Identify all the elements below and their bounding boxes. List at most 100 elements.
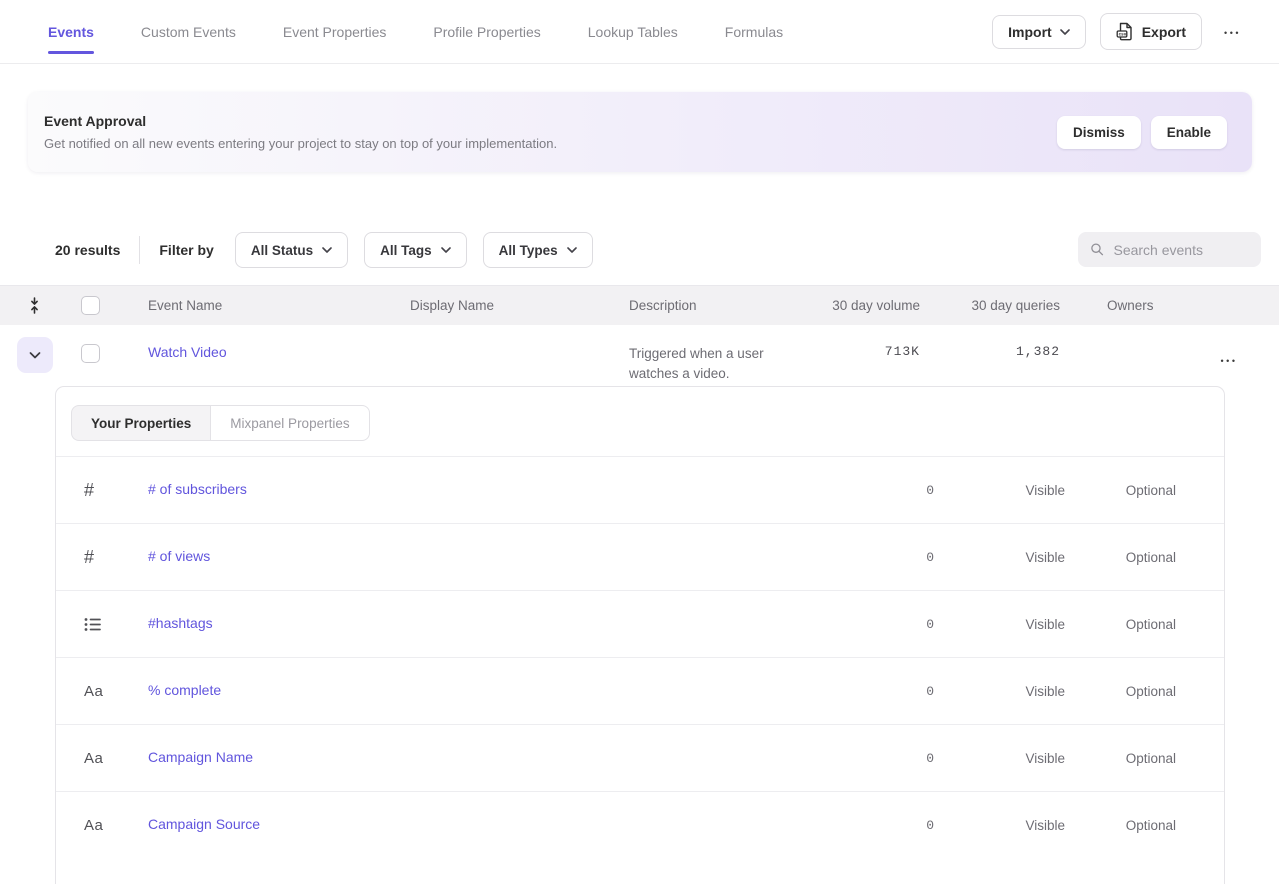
event-volume: 713K xyxy=(820,344,920,359)
property-visibility: Visible xyxy=(934,751,1065,766)
banner-description: Get notified on all new events entering … xyxy=(44,136,557,151)
nav-actions: Import csv Export ••• xyxy=(992,0,1249,63)
tab-mixpanel-properties-label: Mixpanel Properties xyxy=(230,416,349,431)
property-count: 0 xyxy=(814,818,934,833)
property-visibility: Visible xyxy=(934,550,1065,565)
status-filter-label: All Status xyxy=(251,243,313,258)
text-type-icon: Aa xyxy=(84,683,103,700)
property-requirement: Optional xyxy=(1065,550,1176,565)
property-visibility: Visible xyxy=(934,818,1065,833)
text-type-icon: Aa xyxy=(84,817,103,834)
property-visibility: Visible xyxy=(934,617,1065,632)
column-header-owners: Owners xyxy=(1060,298,1179,313)
import-button[interactable]: Import xyxy=(992,15,1086,49)
tags-filter-label: All Tags xyxy=(380,243,432,258)
property-name-link[interactable]: # of views xyxy=(148,548,210,564)
tab-events[interactable]: Events xyxy=(48,0,94,63)
chevron-down-icon xyxy=(29,352,41,359)
property-name-link[interactable]: Campaign Name xyxy=(148,749,253,765)
tab-your-properties[interactable]: Your Properties xyxy=(71,405,210,441)
property-visibility: Visible xyxy=(934,684,1065,699)
property-row: Aa Campaign Source 0 Visible Optional xyxy=(56,791,1224,858)
text-type-icon: Aa xyxy=(84,750,103,767)
properties-panel: Your Properties Mixpanel Properties # # … xyxy=(55,386,1225,884)
column-header-event-name: Event Name xyxy=(148,298,410,313)
tab-lookup-tables[interactable]: Lookup Tables xyxy=(588,0,678,63)
tab-event-properties[interactable]: Event Properties xyxy=(283,0,387,63)
export-button-label: Export xyxy=(1142,24,1186,40)
event-approval-banner: Event Approval Get notified on all new e… xyxy=(28,92,1252,172)
top-nav: Events Custom Events Event Properties Pr… xyxy=(0,0,1279,64)
tab-lookup-tables-label: Lookup Tables xyxy=(588,24,678,40)
select-all-checkbox[interactable] xyxy=(81,296,100,315)
property-name-link[interactable]: % complete xyxy=(148,682,221,698)
property-count: 0 xyxy=(814,483,934,498)
more-options-button[interactable]: ••• xyxy=(1216,18,1249,45)
tab-profile-properties-label: Profile Properties xyxy=(433,24,540,40)
number-type-icon: # xyxy=(84,480,94,501)
property-count: 0 xyxy=(814,617,934,632)
collapse-all-button[interactable] xyxy=(27,297,72,314)
tab-custom-events[interactable]: Custom Events xyxy=(141,0,236,63)
property-name-link[interactable]: #hashtags xyxy=(148,615,213,631)
property-requirement: Optional xyxy=(1065,483,1176,498)
tab-formulas-label: Formulas xyxy=(725,24,783,40)
column-header-description: Description xyxy=(629,298,820,313)
search-input[interactable] xyxy=(1113,242,1249,258)
property-count: 0 xyxy=(814,684,934,699)
dismiss-button[interactable]: Dismiss xyxy=(1057,116,1141,149)
column-header-volume: 30 day volume xyxy=(820,298,920,313)
ellipsis-icon: ••• xyxy=(1224,28,1241,38)
property-row: #hashtags 0 Visible Optional xyxy=(56,590,1224,657)
chevron-down-icon xyxy=(567,247,577,253)
row-checkbox[interactable] xyxy=(81,344,100,363)
export-button[interactable]: csv Export xyxy=(1100,13,1202,50)
chevron-down-icon xyxy=(441,247,451,253)
banner-title: Event Approval xyxy=(44,113,557,129)
event-queries: 1,382 xyxy=(920,344,1060,359)
import-button-label: Import xyxy=(1008,24,1052,40)
results-count: 20 results xyxy=(55,242,120,258)
chevron-down-icon xyxy=(322,247,332,253)
banner-text: Event Approval Get notified on all new e… xyxy=(44,113,557,151)
enable-button[interactable]: Enable xyxy=(1151,116,1227,149)
types-filter-label: All Types xyxy=(499,243,558,258)
event-name-link[interactable]: Watch Video xyxy=(148,344,227,360)
tab-events-label: Events xyxy=(48,24,94,40)
row-more-options-button[interactable]: ••• xyxy=(1213,346,1246,373)
csv-file-icon: csv xyxy=(1116,22,1134,41)
property-requirement: Optional xyxy=(1065,617,1176,632)
property-name-link[interactable]: # of subscribers xyxy=(148,481,247,497)
table-header: Event Name Display Name Description 30 d… xyxy=(0,285,1279,325)
tab-event-properties-label: Event Properties xyxy=(283,24,387,40)
tags-filter-dropdown[interactable]: All Tags xyxy=(364,232,467,268)
tab-custom-events-label: Custom Events xyxy=(141,24,236,40)
property-count: 0 xyxy=(814,550,934,565)
event-description: Triggered when a user watches a video. xyxy=(629,344,789,384)
tab-profile-properties[interactable]: Profile Properties xyxy=(433,0,540,63)
search-box xyxy=(1078,232,1261,267)
property-row: # # of views 0 Visible Optional xyxy=(56,523,1224,590)
properties-tab-group: Your Properties Mixpanel Properties xyxy=(71,405,370,441)
collapse-rows-icon xyxy=(27,297,42,314)
property-requirement: Optional xyxy=(1065,684,1176,699)
number-type-icon: # xyxy=(84,547,94,568)
column-header-queries: 30 day queries xyxy=(920,298,1060,313)
property-requirement: Optional xyxy=(1065,751,1176,766)
property-row: Aa % complete 0 Visible Optional xyxy=(56,657,1224,724)
nav-tab-bar: Events Custom Events Event Properties Pr… xyxy=(48,0,783,63)
collapse-row-button[interactable] xyxy=(17,337,53,373)
status-filter-dropdown[interactable]: All Status xyxy=(235,232,348,268)
svg-text:csv: csv xyxy=(1118,32,1126,37)
filter-by-label: Filter by xyxy=(159,242,213,258)
search-icon xyxy=(1090,241,1104,258)
property-visibility: Visible xyxy=(934,483,1065,498)
tab-formulas[interactable]: Formulas xyxy=(725,0,783,63)
tab-mixpanel-properties[interactable]: Mixpanel Properties xyxy=(210,405,369,441)
types-filter-dropdown[interactable]: All Types xyxy=(483,232,593,268)
divider xyxy=(139,236,140,264)
property-name-link[interactable]: Campaign Source xyxy=(148,816,260,832)
filter-bar: 20 results Filter by All Status All Tags… xyxy=(0,232,1279,268)
ellipsis-icon: ••• xyxy=(1221,356,1238,366)
list-type-icon xyxy=(84,617,101,632)
